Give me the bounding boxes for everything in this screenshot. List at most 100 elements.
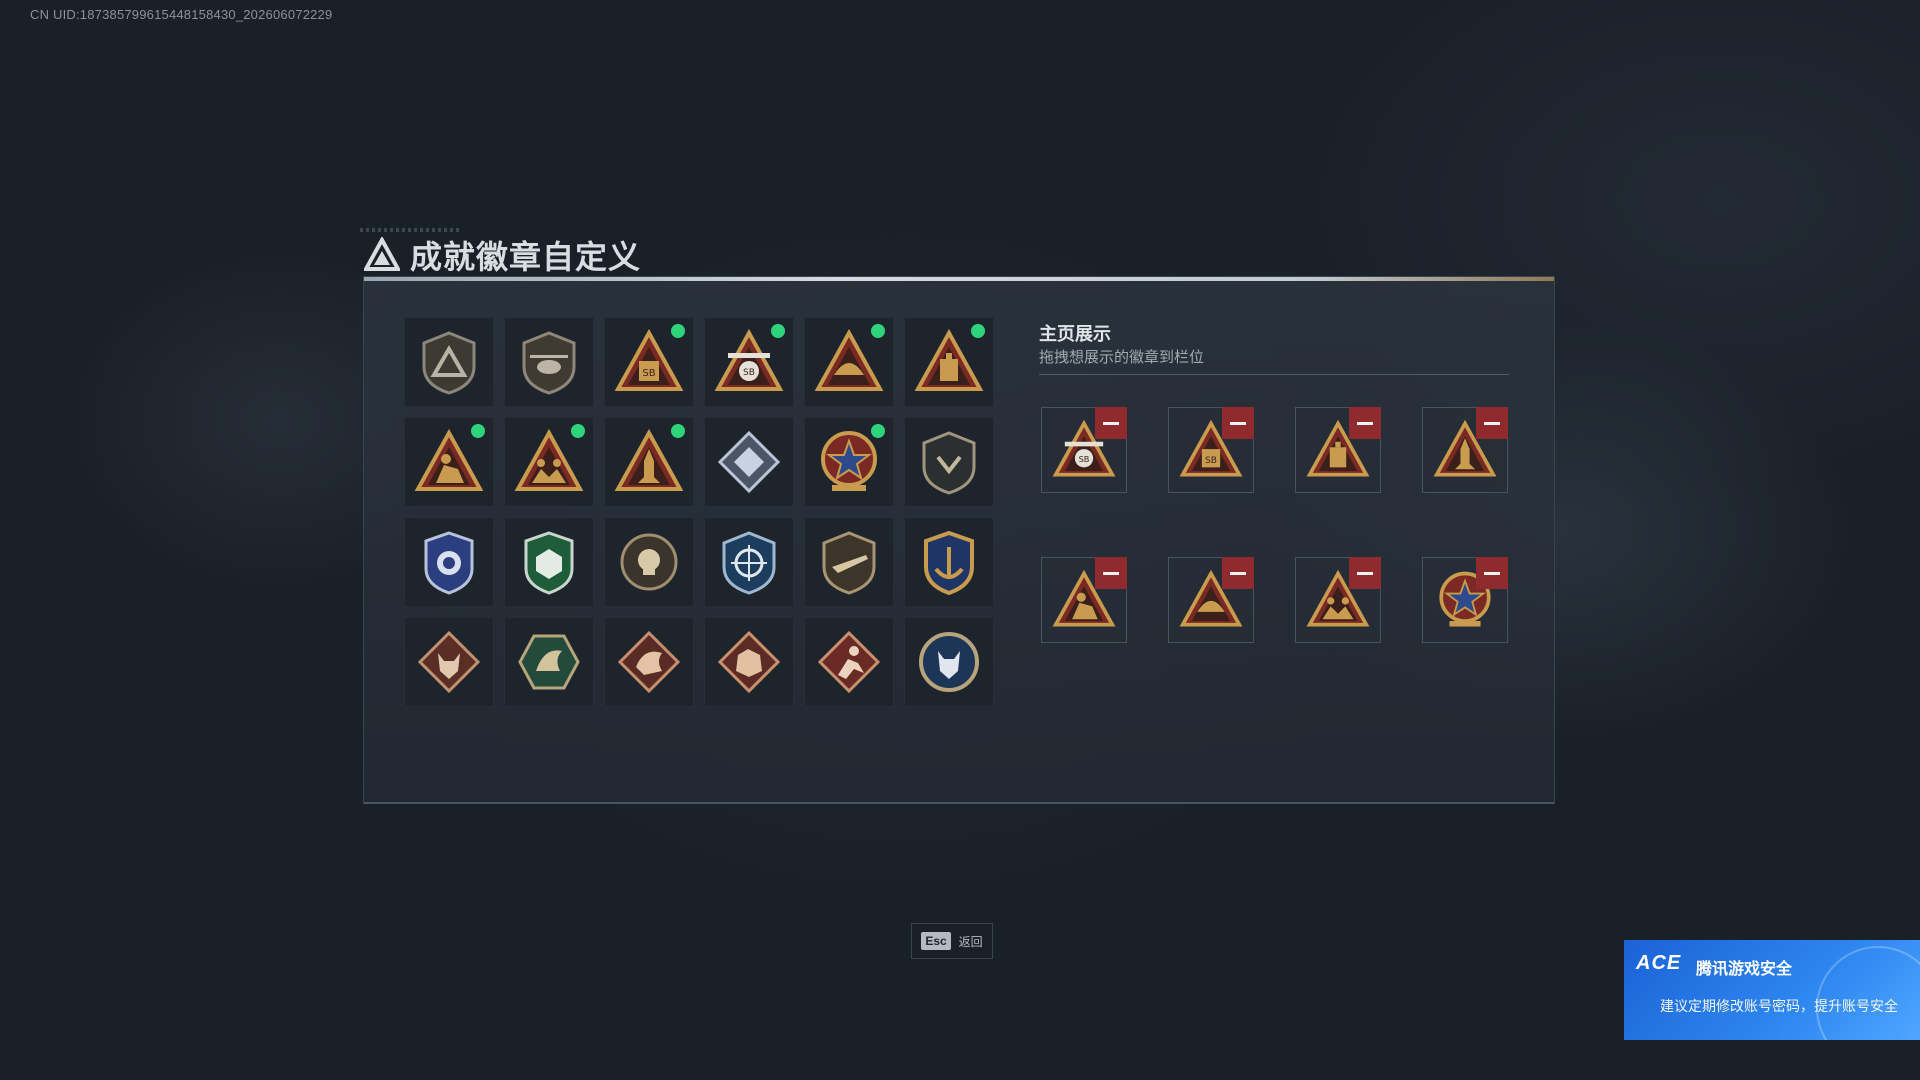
badge-cell[interactable] (604, 517, 694, 607)
security-notice[interactable]: ACE 腾讯游戏安全 建议定期修改账号密码，提升账号安全 (1624, 940, 1920, 1040)
badge-cell[interactable] (904, 417, 994, 507)
selected-indicator (571, 424, 585, 438)
badge-grid: SB SB (404, 317, 994, 707)
badge-cell[interactable] (704, 417, 794, 507)
showcase-slots: SB SB (1041, 407, 1508, 643)
wolf-circle-badge-icon (919, 632, 979, 692)
dark-shield-badge-icon (922, 431, 976, 495)
badge-customize-panel: SB SB 主页展示 拖拽想展示的徽章到栏位 SB SB (363, 276, 1555, 804)
blue-police-badge-icon (424, 531, 474, 595)
badge-cell[interactable] (804, 517, 894, 607)
showcase-slot[interactable] (1041, 557, 1127, 643)
crosshair-shield-badge-icon (722, 531, 776, 595)
badge-cell[interactable] (704, 517, 794, 607)
ace-logo: ACE (1636, 952, 1682, 974)
esc-key-hint: Esc (921, 932, 951, 950)
dragon-hexagon-badge-icon (518, 634, 580, 690)
selected-indicator (671, 324, 685, 338)
selected-indicator (471, 424, 485, 438)
svg-text:SB: SB (642, 368, 655, 379)
panel-bottom-border (364, 802, 1554, 804)
badge-cell[interactable] (404, 317, 494, 407)
minus-icon (1103, 571, 1119, 575)
selected-indicator (871, 324, 885, 338)
rifle-shield-badge-icon (822, 531, 876, 595)
badge-cell[interactable] (604, 617, 694, 707)
selected-indicator (771, 324, 785, 338)
badge-cell[interactable] (904, 317, 994, 407)
skull-medal-badge-icon (620, 533, 678, 591)
badge-cell[interactable] (404, 417, 494, 507)
sb-crate-triangle-badge-icon: SB (614, 328, 684, 391)
notice-title: 腾讯游戏安全 (1696, 961, 1793, 978)
badge-cell[interactable] (504, 517, 594, 607)
minus-icon (1103, 421, 1119, 425)
runner-diamond-badge-icon (817, 630, 881, 694)
notice-text: 建议定期修改账号密码，提升账号安全 (1660, 998, 1898, 1014)
badge-cell[interactable] (804, 617, 894, 707)
uid-label: CN UID:187385799615448158430_20260607222… (30, 7, 333, 22)
svg-text:SB: SB (743, 368, 755, 378)
badge-cell[interactable] (604, 417, 694, 507)
selected-indicator (971, 324, 985, 338)
minus-icon (1484, 571, 1500, 575)
showcase-divider (1039, 374, 1509, 375)
helmet-triangle-badge-icon (814, 328, 884, 391)
minus-icon (1230, 571, 1246, 575)
showcase-slot[interactable] (1295, 407, 1381, 493)
remove-badge-button[interactable] (1349, 557, 1381, 589)
remove-badge-button[interactable] (1095, 557, 1127, 589)
squad-triangle-badge-icon (514, 428, 584, 491)
selected-indicator (871, 424, 885, 438)
gold-anchor-badge-icon (924, 530, 974, 596)
page-header: 成就徽章自定义 (364, 232, 641, 278)
sb-drone-triangle-badge-icon: SB (714, 328, 784, 391)
minus-icon (1357, 421, 1373, 425)
dragon-diamond-badge-icon (617, 630, 681, 694)
minus-icon (1484, 421, 1500, 425)
showcase-slot[interactable] (1422, 557, 1508, 643)
rocket-triangle-badge-icon (614, 428, 684, 491)
showcase-slot[interactable] (1295, 557, 1381, 643)
selected-indicator (671, 424, 685, 438)
remove-badge-button[interactable] (1476, 407, 1508, 439)
badge-cell[interactable] (904, 617, 994, 707)
remove-badge-button[interactable] (1222, 557, 1254, 589)
badge-cell[interactable]: SB (604, 317, 694, 407)
showcase-subtitle: 拖拽想展示的徽章到栏位 (1039, 349, 1205, 366)
remove-badge-button[interactable] (1222, 407, 1254, 439)
star-wreath-badge-icon (821, 431, 877, 491)
gray-shield-triangle-badge-icon (422, 331, 476, 395)
showcase-slot[interactable] (1422, 407, 1508, 493)
badge-cell[interactable] (404, 617, 494, 707)
minus-icon (1357, 571, 1373, 575)
badge-cell[interactable] (804, 417, 894, 507)
helicopter-shield-badge-icon (522, 331, 576, 395)
svg-text:SB: SB (1205, 456, 1217, 466)
remove-badge-button[interactable] (1476, 557, 1508, 589)
minus-icon (1230, 421, 1246, 425)
showcase-slot[interactable]: SB (1168, 407, 1254, 493)
badge-cell[interactable] (904, 517, 994, 607)
dice-diamond-badge-icon (717, 430, 781, 494)
green-shield-badge-icon (524, 531, 574, 595)
showcase-slot[interactable]: SB (1041, 407, 1127, 493)
badge-cell[interactable] (504, 417, 594, 507)
badge-cell[interactable] (404, 517, 494, 607)
badge-cell[interactable] (504, 617, 594, 707)
soldier-triangle-badge-icon (414, 428, 484, 491)
svg-text:SB: SB (1079, 454, 1090, 464)
badge-cell[interactable] (504, 317, 594, 407)
remove-badge-button[interactable] (1095, 407, 1127, 439)
back-button[interactable]: Esc 返回 (911, 923, 993, 959)
badge-cell[interactable] (804, 317, 894, 407)
wolf-diamond-badge-icon (417, 630, 481, 694)
back-label: 返回 (958, 934, 983, 949)
box-triangle-badge-icon (914, 328, 984, 391)
panel-top-border (364, 277, 1554, 281)
remove-badge-button[interactable] (1349, 407, 1381, 439)
badge-cell[interactable]: SB (704, 317, 794, 407)
badge-cell[interactable] (704, 617, 794, 707)
page-title: 成就徽章自定义 (410, 239, 642, 275)
showcase-slot[interactable] (1168, 557, 1254, 643)
